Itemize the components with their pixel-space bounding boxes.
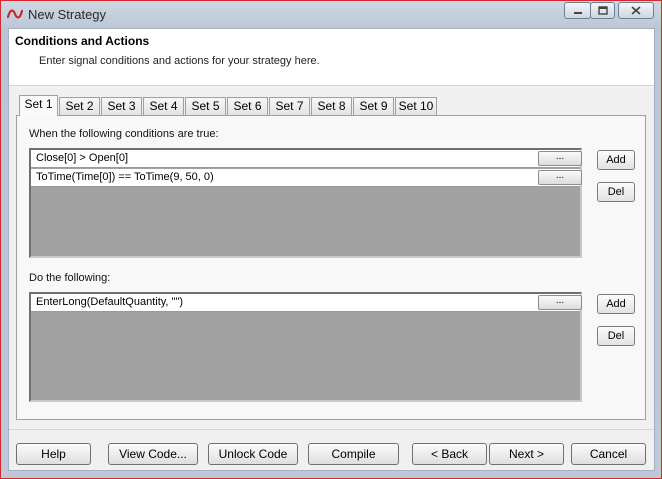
conditions-list[interactable]: Close[0] > Open[0] ... ToTime(Time[0]) =… (29, 148, 582, 258)
tab-set-3[interactable]: Set 3 (101, 97, 142, 115)
title-bar[interactable]: New Strategy (1, 1, 661, 27)
actions-label: Do the following: (29, 272, 111, 284)
edit-condition-button[interactable]: ... (538, 151, 582, 166)
app-logo-icon (7, 9, 23, 19)
maximize-icon (597, 6, 608, 15)
delete-action-button[interactable]: Del (597, 326, 635, 346)
minimize-button[interactable] (564, 2, 591, 19)
header-subtitle: Enter signal conditions and actions for … (39, 55, 320, 67)
next-button[interactable]: Next > (489, 443, 564, 465)
close-icon (631, 6, 641, 15)
condition-row[interactable]: Close[0] > Open[0] ... (31, 150, 582, 168)
close-button[interactable] (618, 2, 654, 19)
window-title: New Strategy (28, 7, 107, 22)
condition-text: ToTime(Time[0]) == ToTime(9, 50, 0) (36, 171, 214, 183)
unlock-code-button[interactable]: Unlock Code (208, 443, 298, 465)
conditions-label: When the following conditions are true: (29, 128, 219, 140)
tab-set-6[interactable]: Set 6 (227, 97, 268, 115)
minimize-icon (573, 11, 582, 14)
add-condition-button[interactable]: Add (597, 150, 635, 170)
compile-button[interactable]: Compile (308, 443, 399, 465)
tab-set-7[interactable]: Set 7 (269, 97, 310, 115)
tab-set-9[interactable]: Set 9 (353, 97, 394, 115)
footer-divider (9, 429, 654, 430)
action-row[interactable]: EnterLong(DefaultQuantity, "") ... (31, 294, 582, 312)
help-button[interactable]: Help (16, 443, 91, 465)
add-action-button[interactable]: Add (597, 294, 635, 314)
tab-set-8[interactable]: Set 8 (311, 97, 352, 115)
dialog-client-area: Conditions and Actions Enter signal cond… (8, 28, 655, 471)
cancel-button[interactable]: Cancel (571, 443, 646, 465)
header-title: Conditions and Actions (15, 34, 150, 48)
tab-panel-set-1: When the following conditions are true: … (16, 115, 646, 420)
actions-list[interactable]: EnterLong(DefaultQuantity, "") ... (29, 292, 582, 402)
tab-set-1[interactable]: Set 1 (19, 95, 58, 116)
edit-action-button[interactable]: ... (538, 295, 582, 310)
tab-set-4[interactable]: Set 4 (143, 97, 184, 115)
maximize-button[interactable] (590, 2, 615, 19)
action-text: EnterLong(DefaultQuantity, "") (36, 296, 184, 308)
delete-condition-button[interactable]: Del (597, 182, 635, 202)
edit-condition-button[interactable]: ... (538, 170, 582, 185)
condition-row[interactable]: ToTime(Time[0]) == ToTime(9, 50, 0) ... (31, 169, 582, 187)
tab-set-5[interactable]: Set 5 (185, 97, 226, 115)
tab-set-10[interactable]: Set 10 (395, 97, 437, 115)
back-button[interactable]: < Back (412, 443, 487, 465)
new-strategy-window: New Strategy Conditions and Actions Ente… (0, 0, 662, 479)
tab-set-2[interactable]: Set 2 (59, 97, 100, 115)
view-code-button[interactable]: View Code... (108, 443, 198, 465)
dialog-header: Conditions and Actions Enter signal cond… (9, 29, 654, 86)
condition-text: Close[0] > Open[0] (36, 152, 129, 164)
